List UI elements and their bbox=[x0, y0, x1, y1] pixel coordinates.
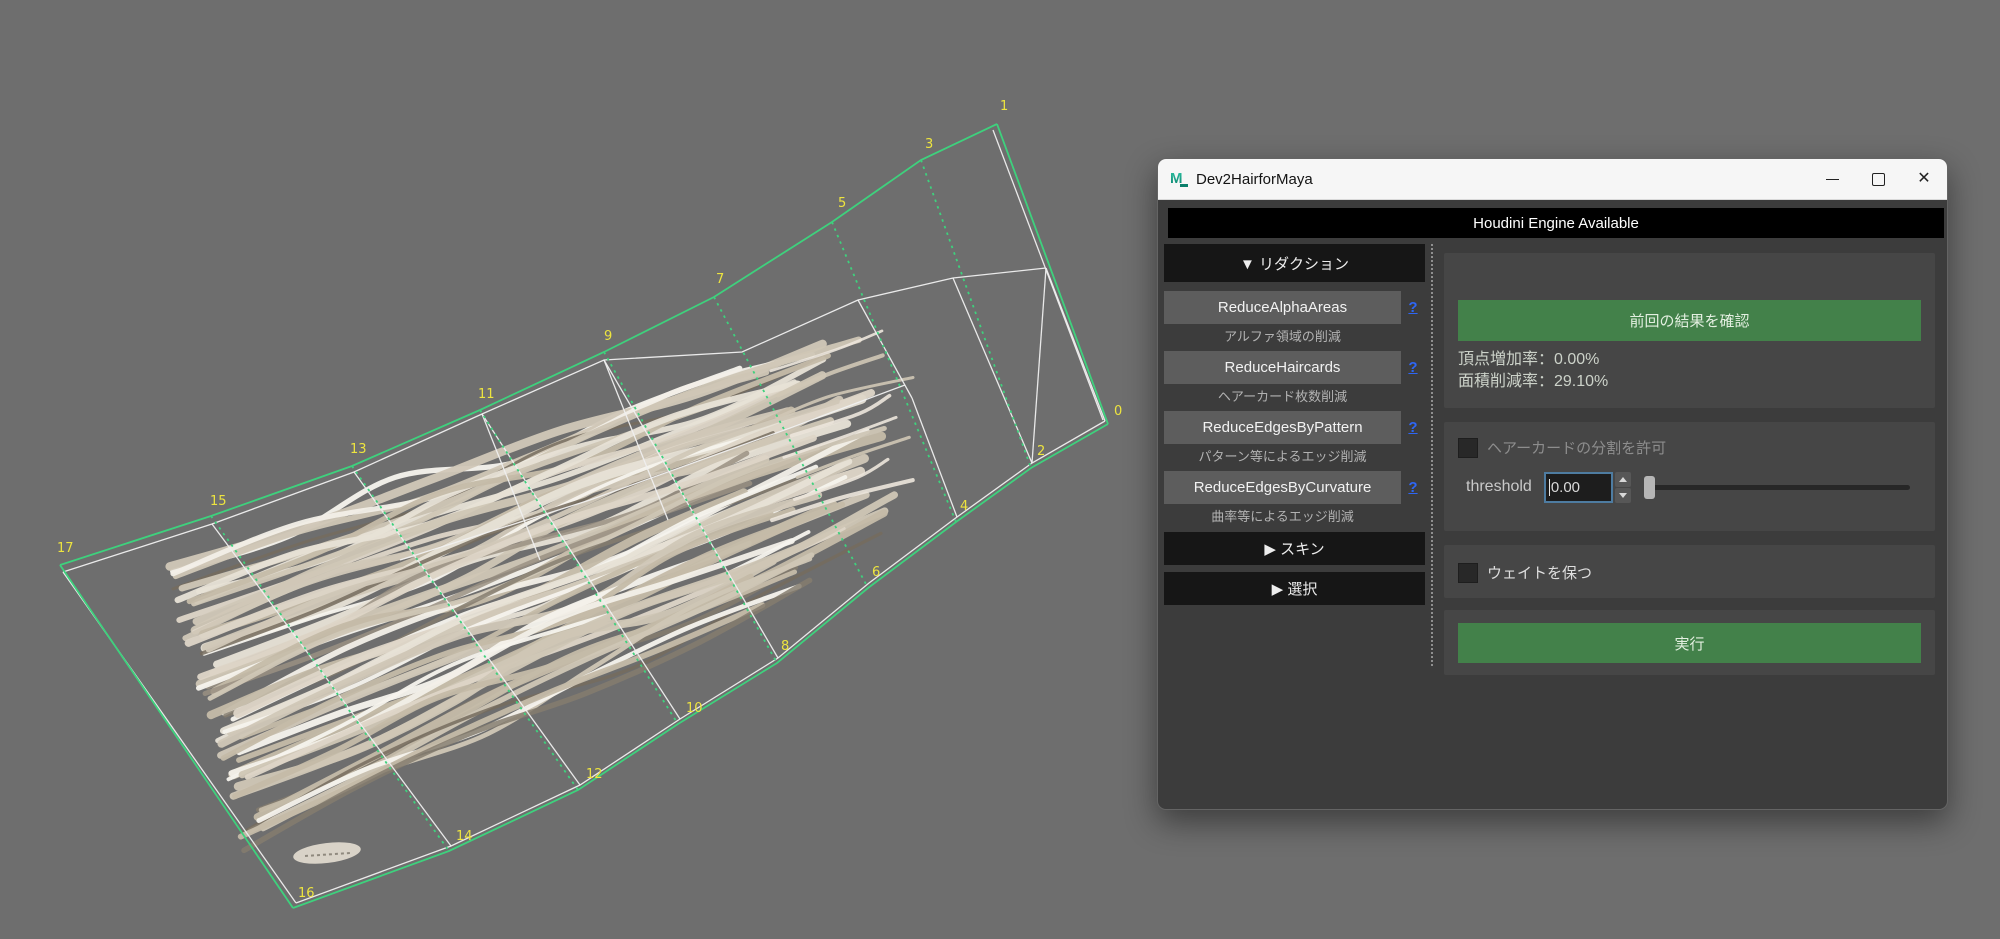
reduce-alpha-areas-button[interactable]: ReduceAlphaAreas bbox=[1164, 291, 1401, 324]
svg-text:2: 2 bbox=[1037, 444, 1045, 459]
svg-text:5: 5 bbox=[838, 196, 846, 211]
minimize-icon bbox=[1826, 179, 1839, 180]
svg-text:7: 7 bbox=[716, 272, 724, 287]
svg-text:17: 17 bbox=[57, 541, 74, 556]
button-caption: ヘアーカード枚数削減 bbox=[1164, 386, 1401, 405]
threshold-label: threshold bbox=[1466, 478, 1532, 496]
text-caret bbox=[1549, 479, 1550, 496]
close-icon: ✕ bbox=[1917, 171, 1930, 187]
minimize-button[interactable] bbox=[1809, 159, 1855, 199]
reduce-edges-by-pattern-button[interactable]: ReduceEdgesByPattern bbox=[1164, 411, 1401, 444]
sidebar: ▼ リダクション ReduceAlphaAreas ? アルファ領域の削減 Re… bbox=[1164, 244, 1425, 612]
allow-split-row: ヘアーカードの分割を許可 bbox=[1458, 437, 1666, 458]
svg-text:6: 6 bbox=[872, 565, 880, 580]
maximize-icon bbox=[1872, 173, 1885, 186]
svg-text:9: 9 bbox=[604, 329, 612, 344]
threshold-input[interactable]: 0.00 bbox=[1544, 472, 1613, 503]
svg-text:16: 16 bbox=[298, 886, 315, 901]
svg-text:3: 3 bbox=[925, 137, 933, 152]
tool-window: M Dev2HairforMaya ✕ Houdini Engine Avail… bbox=[1157, 158, 1948, 810]
execute-button[interactable]: 実行 bbox=[1458, 623, 1921, 663]
svg-text:4: 4 bbox=[960, 499, 968, 514]
reduce-haircards-button[interactable]: ReduceHaircards bbox=[1164, 351, 1401, 384]
svg-text:1: 1 bbox=[1000, 99, 1008, 114]
slider-track[interactable] bbox=[1644, 485, 1910, 490]
svg-text:12: 12 bbox=[586, 767, 603, 782]
help-link[interactable]: ? bbox=[1401, 299, 1425, 316]
maximize-button[interactable] bbox=[1855, 159, 1901, 199]
sidebar-separator bbox=[1431, 244, 1433, 666]
keep-weights-checkbox[interactable] bbox=[1458, 563, 1478, 583]
svg-text:15: 15 bbox=[210, 494, 227, 509]
help-link[interactable]: ? bbox=[1401, 419, 1425, 436]
button-caption: 曲率等によるエッジ削減 bbox=[1164, 506, 1401, 525]
skin-section-header[interactable]: ▶ スキン bbox=[1164, 532, 1425, 565]
weights-panel: ウェイトを保つ bbox=[1444, 545, 1935, 598]
arrow-up-icon bbox=[1619, 477, 1627, 482]
threshold-slider[interactable] bbox=[1644, 475, 1910, 499]
window-titlebar[interactable]: M Dev2HairforMaya ✕ bbox=[1158, 159, 1947, 200]
svg-text:10: 10 bbox=[686, 701, 703, 716]
houdini-status-banner: Houdini Engine Available bbox=[1168, 208, 1944, 238]
check-previous-results-button[interactable]: 前回の結果を確認 bbox=[1458, 300, 1921, 341]
spin-down-button[interactable] bbox=[1615, 488, 1631, 503]
reduction-section-header[interactable]: ▼ リダクション bbox=[1164, 244, 1425, 282]
execute-panel: 実行 bbox=[1444, 610, 1935, 675]
help-link[interactable]: ? bbox=[1401, 479, 1425, 496]
haircards-model bbox=[170, 331, 913, 867]
select-section-header[interactable]: ▶ 選択 bbox=[1164, 572, 1425, 605]
area-reduction-stat: 面積削減率：29.10% bbox=[1458, 371, 1608, 393]
keep-weights-row: ウェイトを保つ bbox=[1458, 562, 1592, 583]
keep-weights-label: ウェイトを保つ bbox=[1487, 562, 1592, 583]
help-link[interactable]: ? bbox=[1401, 359, 1425, 376]
allow-split-label: ヘアーカードの分割を許可 bbox=[1487, 437, 1666, 458]
results-panel: 前回の結果を確認 頂点増加率：0.00% 面積削減率：29.10% bbox=[1444, 253, 1935, 408]
vertex-increase-stat: 頂点増加率：0.00% bbox=[1458, 349, 1608, 371]
svg-text:11: 11 bbox=[478, 387, 495, 402]
threshold-panel: ヘアーカードの分割を許可 threshold 0.00 bbox=[1444, 422, 1935, 531]
svg-text:0: 0 bbox=[1114, 404, 1122, 419]
svg-text:13: 13 bbox=[350, 442, 367, 457]
slider-handle[interactable] bbox=[1644, 476, 1655, 499]
threshold-spinner bbox=[1615, 472, 1631, 503]
button-caption: パターン等によるエッジ削減 bbox=[1164, 446, 1401, 465]
svg-text:14: 14 bbox=[456, 829, 473, 844]
reduce-edges-by-curvature-button[interactable]: ReduceEdgesByCurvature bbox=[1164, 471, 1401, 504]
svg-text:8: 8 bbox=[781, 639, 789, 654]
maya-logo-icon: M bbox=[1170, 170, 1188, 188]
window-title: Dev2HairforMaya bbox=[1196, 171, 1313, 188]
close-button[interactable]: ✕ bbox=[1901, 159, 1947, 199]
reduction-stats: 頂点増加率：0.00% 面積削減率：29.10% bbox=[1458, 349, 1608, 393]
arrow-down-icon bbox=[1619, 493, 1627, 498]
button-caption: アルファ領域の削減 bbox=[1164, 326, 1401, 345]
allow-split-checkbox bbox=[1458, 438, 1478, 458]
spin-up-button[interactable] bbox=[1615, 472, 1631, 487]
screen: 13579111315170246810121416 M Dev2Hairfor… bbox=[0, 0, 2000, 939]
